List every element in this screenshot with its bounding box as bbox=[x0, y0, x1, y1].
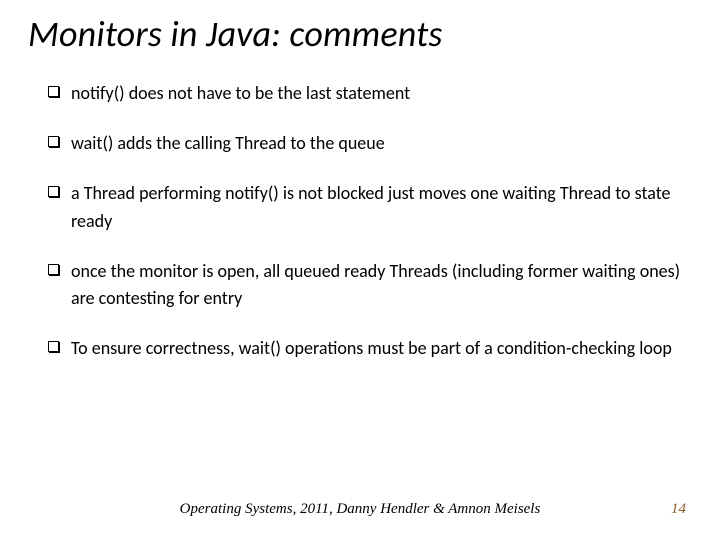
list-item: a Thread performing notify() is not bloc… bbox=[48, 180, 686, 236]
bullet-box-icon bbox=[48, 136, 59, 147]
footer-text: Operating Systems, 2011, Danny Hendler &… bbox=[0, 501, 720, 518]
list-item: notify() does not have to be the last st… bbox=[48, 80, 686, 108]
bullet-box-icon bbox=[48, 341, 59, 352]
bullet-box-icon bbox=[48, 86, 59, 97]
slide: Monitors in Java: comments notify() does… bbox=[0, 0, 720, 540]
list-item-text: notify() does not have to be the last st… bbox=[71, 80, 686, 108]
page-number: 14 bbox=[671, 501, 686, 518]
list-item: once the monitor is open, all queued rea… bbox=[48, 258, 686, 314]
slide-title: Monitors in Java: comments bbox=[28, 12, 443, 56]
list-item: wait() adds the calling Thread to the qu… bbox=[48, 130, 686, 158]
bullet-list: notify() does not have to be the last st… bbox=[48, 80, 686, 385]
bullet-box-icon bbox=[48, 186, 59, 197]
list-item-text: once the monitor is open, all queued rea… bbox=[71, 258, 686, 314]
list-item-text: a Thread performing notify() is not bloc… bbox=[71, 180, 686, 236]
bullet-box-icon bbox=[48, 264, 59, 275]
list-item: To ensure correctness, wait() operations… bbox=[48, 335, 686, 363]
list-item-text: wait() adds the calling Thread to the qu… bbox=[71, 130, 686, 158]
list-item-text: To ensure correctness, wait() operations… bbox=[71, 335, 686, 363]
